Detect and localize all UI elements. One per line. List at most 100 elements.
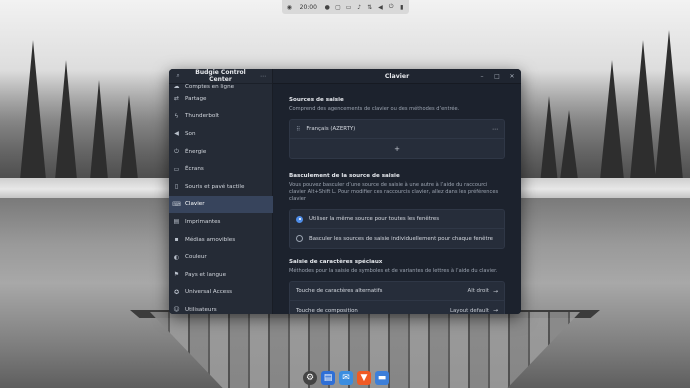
close-icon[interactable]: ✕ xyxy=(509,73,515,80)
sidebar-item-label: Partage xyxy=(185,95,207,102)
settings-icon[interactable]: ⚙ xyxy=(303,371,317,385)
brave-browser-icon[interactable]: ▼ xyxy=(357,371,371,385)
special-desc: Méthodes pour la saisie de symboles et d… xyxy=(289,268,498,274)
wallpaper-tree xyxy=(540,96,558,184)
keyboard-icon: ⌨ xyxy=(172,200,181,208)
input-sources-desc: Comprend des agencements de clavier ou d… xyxy=(289,106,460,112)
panel-clock[interactable]: 20:00 xyxy=(300,4,317,11)
wallpaper-tree xyxy=(55,60,77,180)
sidebar-item-label: Comptes en ligne xyxy=(185,84,235,90)
page-title: Clavier xyxy=(384,72,410,80)
sidebar-item-region-language[interactable]: ⚑ Pays et langue xyxy=(169,266,273,284)
sidebar-item-label: Médias amovibles xyxy=(185,236,236,243)
sidebar-item-thunderbolt[interactable]: ϟ Thunderbolt xyxy=(169,108,273,126)
sidebar-item-universal-access[interactable]: ✪ Universal Access xyxy=(169,284,273,302)
sidebar-item-sharing[interactable]: ⇄ Partage xyxy=(169,90,273,108)
switching-options: Utiliser la même source pour toutes les … xyxy=(289,209,505,249)
battery-icon[interactable]: ▮ xyxy=(398,4,405,11)
window-controls: – □ ✕ xyxy=(479,69,515,84)
cloud-icon: ☁ xyxy=(173,84,180,90)
sidebar-list: ☁ Comptes en ligne ⇄ Partage ϟ Thunderbo… xyxy=(169,84,273,314)
sidebar-item-displays[interactable]: ▭ Écrans xyxy=(169,160,273,178)
special-title: Saisie de caractères spéciaux xyxy=(289,259,383,265)
wallpaper-tree xyxy=(655,30,683,180)
color-icon: ◐ xyxy=(173,253,180,261)
radio-unselected[interactable] xyxy=(296,235,303,242)
sidebar-item-mouse[interactable]: ▯ Souris et pavé tactile xyxy=(169,178,273,196)
option-label: Basculer les sources de saisie individue… xyxy=(309,235,493,242)
sidebar-item-users[interactable]: ☺ Utilisateurs xyxy=(169,301,273,314)
sidebar-header: ⌕ Budgie Control Center ⋯ xyxy=(169,69,272,84)
notification-icon[interactable]: ● xyxy=(324,4,331,11)
folder-icon[interactable]: ▭ xyxy=(345,4,352,11)
menu-icon[interactable]: ⋯ xyxy=(258,73,268,80)
sidebar-item-label: Couleur xyxy=(185,254,207,261)
input-source-label: Français (AZERTY) xyxy=(306,126,356,132)
sidebar-item-power[interactable]: ⏻ Énergie xyxy=(169,143,273,161)
switching-title: Basculement de la source de saisie xyxy=(289,173,400,179)
row-value: Layout default xyxy=(449,307,489,314)
switching-desc: Vous pouvez basculer d’une source de sai… xyxy=(289,182,499,202)
compose-key-row[interactable]: Touche de composition Layout default → xyxy=(290,301,504,314)
wallpaper-tree xyxy=(600,60,624,180)
display-icon: ▭ xyxy=(173,165,180,173)
row-label: Touche de caractères alternatifs xyxy=(296,288,383,294)
search-icon[interactable]: ⌕ xyxy=(173,72,183,80)
menu-icon[interactable]: ◉ xyxy=(286,4,293,11)
language-icon: ⚑ xyxy=(173,271,180,279)
volume-icon[interactable]: ◀ xyxy=(377,4,384,11)
sidebar-item-label: Universal Access xyxy=(185,289,233,296)
wallpaper-tree xyxy=(90,80,108,180)
share-icon: ⇄ xyxy=(173,95,180,103)
sidebar-item-label: Clavier xyxy=(185,201,205,208)
network-icon[interactable]: ⇅ xyxy=(367,4,374,11)
printer-icon: ▤ xyxy=(173,218,180,226)
input-sources-title: Sources de saisie xyxy=(289,97,344,103)
minimize-icon[interactable]: – xyxy=(479,73,485,80)
bell-icon[interactable]: ♪ xyxy=(356,4,363,11)
alternate-characters-key-row[interactable]: Touche de caractères alternatifs Alt dro… xyxy=(290,282,504,301)
option-per-window[interactable]: Basculer les sources de saisie individue… xyxy=(290,229,504,248)
file-manager-icon[interactable]: ▤ xyxy=(321,371,335,385)
add-input-source-button[interactable]: + xyxy=(290,139,504,158)
row-value: Alt droit xyxy=(467,288,489,294)
dock: ⚙ ▤ ✉ ▼ ▬ xyxy=(300,368,392,388)
sidebar-item-label: Pays et langue xyxy=(185,271,227,278)
sidebar-item-label: Énergie xyxy=(185,148,207,155)
more-options-icon[interactable]: ⋯ xyxy=(492,126,498,133)
sidebar-item-label: Son xyxy=(185,130,196,137)
row-label: Touche de composition xyxy=(296,307,358,314)
input-sources-list: ⠿ Français (AZERTY) ⋯ + xyxy=(289,119,505,159)
option-label: Utiliser la même source pour toutes les … xyxy=(309,216,440,222)
option-same-source[interactable]: Utiliser la même source pour toutes les … xyxy=(290,210,504,229)
wallpaper-tree xyxy=(120,95,138,180)
sidebar-item-label: Imprimantes xyxy=(185,218,221,225)
speaker-icon: ◀ xyxy=(174,130,179,138)
plus-icon: + xyxy=(394,144,400,153)
folder-icon[interactable]: ▬ xyxy=(375,371,389,385)
radio-selected[interactable] xyxy=(296,215,303,223)
mouse-icon: ▯ xyxy=(174,183,179,191)
main-panel: Clavier – □ ✕ Sources de saisie Comprend… xyxy=(273,69,521,314)
power-icon: ⏻ xyxy=(174,147,179,155)
sidebar-item-sound[interactable]: ◀ Son xyxy=(169,125,273,143)
mail-icon[interactable]: ✉ xyxy=(339,371,353,385)
chevron-right-icon: → xyxy=(492,287,498,295)
input-source-row[interactable]: ⠿ Français (AZERTY) ⋯ xyxy=(290,120,504,139)
wallpaper-tree xyxy=(560,110,578,180)
sidebar-item-label: Écrans xyxy=(185,166,204,173)
drag-handle-icon[interactable]: ⠿ xyxy=(296,126,300,133)
sidebar-item-color[interactable]: ◐ Couleur xyxy=(169,248,273,266)
sidebar-item-label: Thunderbolt xyxy=(185,113,220,120)
thunderbolt-icon: ϟ xyxy=(174,112,179,120)
keyboard-settings: Sources de saisie Comprend des agencemen… xyxy=(289,84,505,314)
power-icon[interactable]: ⏻ xyxy=(388,3,395,11)
media-icon: ▪ xyxy=(174,236,179,244)
screenshot-icon[interactable]: ▢ xyxy=(335,4,342,11)
users-icon: ☺ xyxy=(173,306,180,314)
sidebar-item-printers[interactable]: ▤ Imprimantes xyxy=(169,213,273,231)
special-options: Touche de caractères alternatifs Alt dro… xyxy=(289,281,505,314)
sidebar-item-removable-media[interactable]: ▪ Médias amovibles xyxy=(169,231,273,249)
sidebar-item-keyboard[interactable]: ⌨ Clavier xyxy=(169,195,273,214)
maximize-icon[interactable]: □ xyxy=(494,73,500,80)
